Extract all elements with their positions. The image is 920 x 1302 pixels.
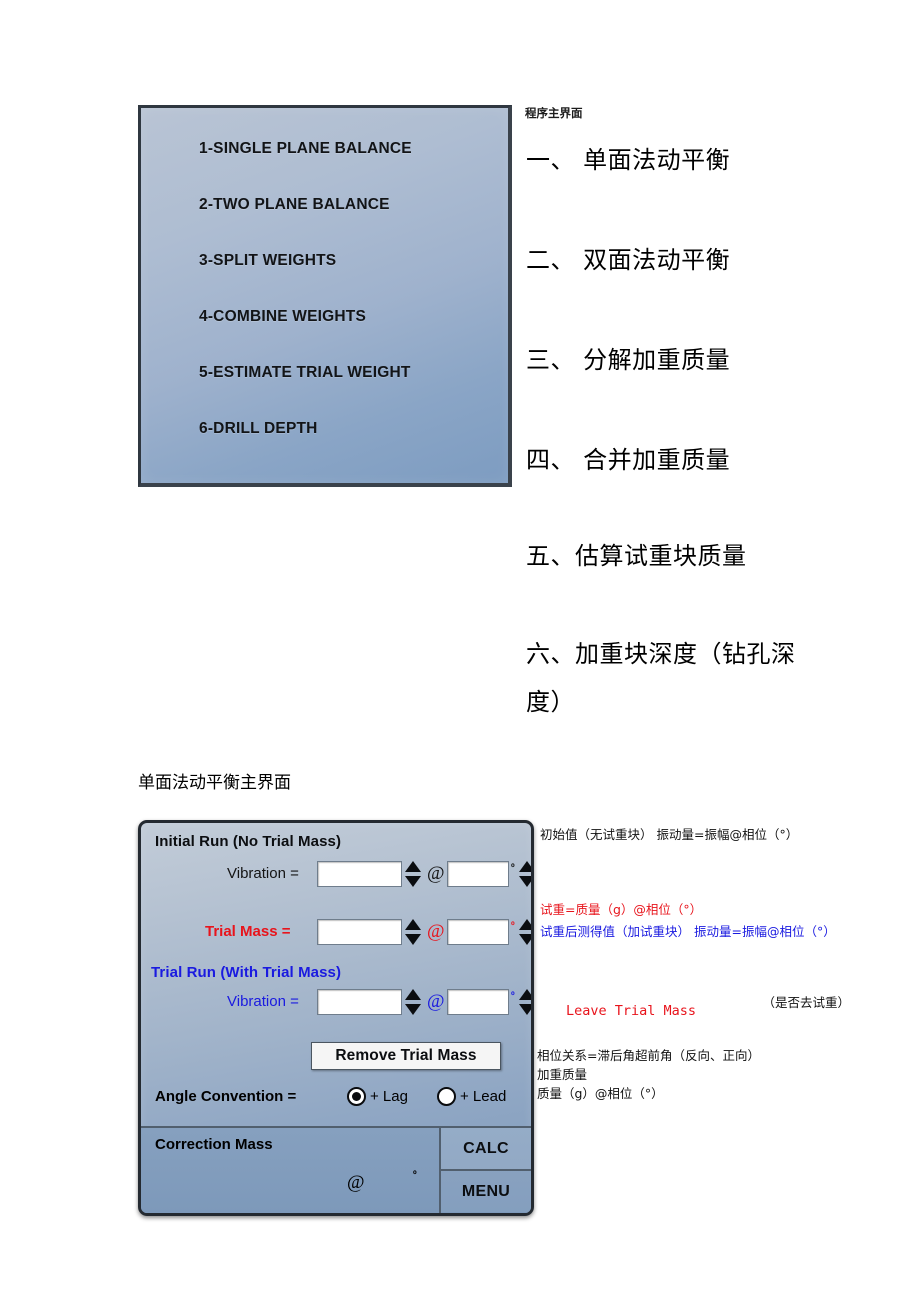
menu-item-single-plane-balance[interactable]: 1-SINGLE PLANE BALANCE — [199, 138, 500, 194]
single-plane-balance-caption: 单面法动平衡主界面 — [138, 773, 291, 793]
menu-item-split-weights[interactable]: 3-SPLIT WEIGHTS — [199, 250, 500, 306]
correction-degree-symbol: º — [413, 1170, 417, 1181]
note-trial-run: 试重后测得值（加试重块） 振动量=振幅@相位（°） — [540, 924, 836, 939]
menu-item-drill-depth[interactable]: 6-DRILL DEPTH — [199, 418, 500, 474]
angle-convention-label: Angle Convention = — [155, 1088, 297, 1105]
initial-phase-spinner-icon[interactable] — [519, 861, 531, 887]
radio-angle-lag-label: + Lag — [370, 1088, 408, 1105]
initial-amplitude-spinner-icon[interactable] — [405, 861, 421, 887]
radio-angle-lag[interactable] — [347, 1087, 366, 1106]
annotation-single-plane-balance: 一、 单面法动平衡 — [526, 146, 731, 174]
initial-degree-symbol: º — [511, 863, 515, 874]
trial-mass-input[interactable] — [317, 919, 402, 945]
menu-item-combine-weights[interactable]: 4-COMBINE WEIGHTS — [199, 306, 500, 362]
initial-phase-input[interactable] — [447, 861, 509, 887]
note-phase-relation: 相位关系=滞后角超前角（反向、正向） 加重质量 质量（g）@相位（°） — [537, 1048, 760, 1101]
trial-at-symbol: @ — [427, 991, 445, 1012]
trial-degree-symbol: º — [511, 991, 515, 1002]
note-trial-mass: 试重=质量（g）@相位（°） — [540, 902, 703, 917]
correction-at-symbol: @ — [347, 1172, 365, 1193]
note-leave-trial-mass-cn: （是否去试重） — [762, 995, 850, 1010]
remove-trial-mass-button[interactable]: Remove Trial Mass — [311, 1042, 501, 1070]
single-plane-balance-screenshot-panel: Initial Run (No Trial Mass) Vibration = … — [138, 820, 534, 1216]
trial-mass-label: Trial Mass = — [205, 923, 291, 940]
annotation-two-plane-balance: 二、 双面法动平衡 — [526, 246, 731, 274]
menu-item-estimate-trial-weight[interactable]: 5-ESTIMATE TRIAL WEIGHT — [199, 362, 500, 418]
trial-amplitude-input[interactable] — [317, 989, 402, 1015]
note-leave-trial-mass: Leave Trial Mass — [566, 1003, 697, 1019]
trial-mass-phase-spinner-icon[interactable] — [519, 919, 531, 945]
trial-mass-spinner-icon[interactable] — [405, 919, 421, 945]
annotation-estimate-trial-weight: 五、估算试重块质量 — [526, 542, 747, 570]
trial-mass-at-symbol: @ — [427, 921, 445, 942]
menu-item-two-plane-balance[interactable]: 2-TWO PLANE BALANCE — [199, 194, 500, 250]
annotation-split-weights: 三、 分解加重质量 — [526, 346, 731, 374]
initial-amplitude-input[interactable] — [317, 861, 402, 887]
calc-button[interactable]: CALC — [441, 1128, 531, 1171]
trial-phase-input[interactable] — [447, 989, 509, 1015]
trial-phase-spinner-icon[interactable] — [519, 989, 531, 1015]
menu-button[interactable]: MENU — [441, 1171, 531, 1212]
annotation-drill-depth: 六、加重块深度（钻孔深度） — [526, 640, 796, 716]
program-main-screen-caption: 程序主界面 — [525, 106, 583, 120]
initial-vibration-label: Vibration = — [227, 865, 299, 882]
initial-run-title: Initial Run (No Trial Mass) — [155, 833, 342, 850]
radio-angle-lead-label: + Lead — [460, 1088, 507, 1105]
main-menu-screenshot-panel: 1-SINGLE PLANE BALANCE 2-TWO PLANE BALAN… — [138, 105, 512, 487]
angle-convention-row: Angle Convention = + Lag + Lead — [155, 1085, 525, 1111]
correction-mass-strip: Correction Mass @ º CALC MENU — [141, 1126, 531, 1213]
trial-vibration-label: Vibration = — [227, 993, 299, 1010]
radio-angle-lead[interactable] — [437, 1087, 456, 1106]
initial-at-symbol: @ — [427, 863, 445, 884]
note-initial-run: 初始值（无试重块） 振动量=振幅@相位（°） — [540, 827, 799, 842]
annotation-combine-weights: 四、 合并加重质量 — [526, 446, 731, 474]
trial-amplitude-spinner-icon[interactable] — [405, 989, 421, 1015]
trial-mass-degree-symbol: º — [511, 921, 515, 932]
trial-mass-phase-input[interactable] — [447, 919, 509, 945]
action-button-column: CALC MENU — [439, 1128, 531, 1213]
correction-mass-label: Correction Mass — [155, 1136, 273, 1153]
main-menu-list: 1-SINGLE PLANE BALANCE 2-TWO PLANE BALAN… — [199, 138, 500, 474]
trial-run-title: Trial Run (With Trial Mass) — [151, 964, 342, 981]
